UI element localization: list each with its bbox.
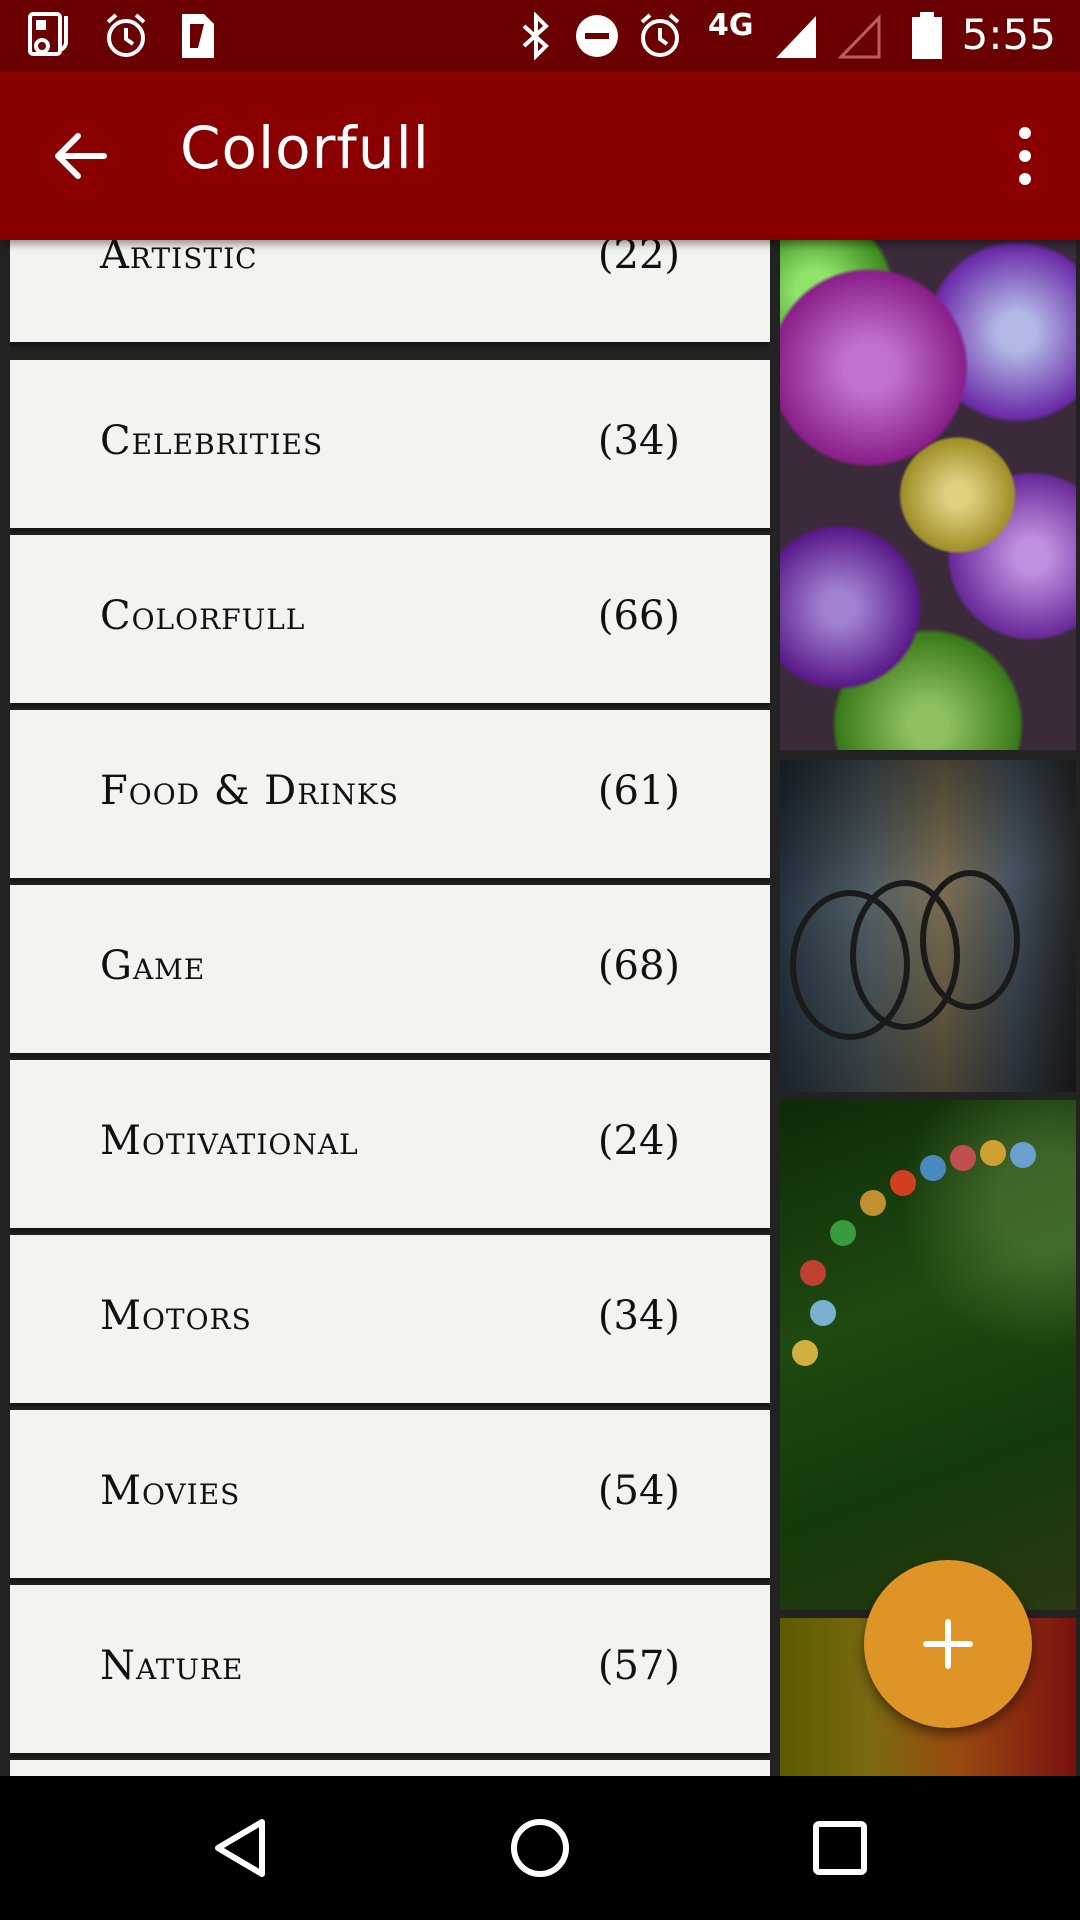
category-name: Motors bbox=[100, 1293, 252, 1339]
category-name: Artistic bbox=[100, 240, 258, 278]
page-title: Colorfull bbox=[180, 114, 430, 182]
wallpaper-thumbnail-leaf[interactable] bbox=[780, 1100, 1076, 1610]
alarm-icon bbox=[106, 13, 146, 57]
arrow-back-icon[interactable] bbox=[40, 116, 120, 196]
storage-icon bbox=[28, 12, 68, 56]
alarm-icon bbox=[640, 13, 680, 57]
category-count: (24) bbox=[597, 1118, 680, 1164]
back-triangle-icon[interactable] bbox=[200, 1808, 280, 1888]
bluetooth-icon bbox=[522, 12, 549, 60]
category-count: (54) bbox=[597, 1468, 680, 1514]
home-circle-icon[interactable] bbox=[500, 1808, 580, 1888]
category-list: Artistic (22) Celebrities (34) Colorfull… bbox=[10, 240, 770, 1776]
category-name: Game bbox=[100, 943, 206, 989]
category-count: (34) bbox=[597, 1293, 680, 1339]
do-not-disturb-icon bbox=[576, 15, 618, 57]
category-name: Food & Drinks bbox=[100, 768, 399, 814]
status-time: 5:55 bbox=[961, 10, 1056, 59]
category-item[interactable]: Food & Drinks (61) bbox=[10, 710, 770, 878]
battery-icon bbox=[912, 12, 942, 59]
category-item[interactable]: Movies (54) bbox=[10, 1410, 770, 1578]
category-count: (61) bbox=[597, 768, 680, 814]
signal-empty-icon bbox=[838, 14, 881, 59]
category-name: Motivational bbox=[100, 1118, 359, 1164]
category-count: (57) bbox=[597, 1643, 680, 1689]
category-name: Movies bbox=[100, 1468, 241, 1514]
status-bar: 4G 5:55 bbox=[0, 0, 1080, 72]
category-count: (68) bbox=[597, 943, 680, 989]
category-item-partial[interactable] bbox=[10, 1760, 770, 1776]
category-count: (22) bbox=[597, 240, 680, 278]
more-vert-icon[interactable] bbox=[990, 116, 1060, 196]
category-item[interactable]: Artistic (22) bbox=[10, 240, 770, 342]
category-count: (34) bbox=[597, 418, 680, 464]
recents-square-icon[interactable] bbox=[800, 1808, 880, 1888]
signal-icon bbox=[776, 16, 816, 58]
category-item[interactable]: Nature (57) bbox=[10, 1585, 770, 1753]
category-item[interactable]: Celebrities (34) bbox=[10, 360, 770, 528]
category-item[interactable]: Motivational (24) bbox=[10, 1060, 770, 1228]
system-nav-bar bbox=[0, 1776, 1080, 1920]
app-bar: Colorfull bbox=[0, 72, 1080, 240]
plus-icon bbox=[923, 1619, 973, 1669]
sim-icon bbox=[182, 14, 214, 58]
category-item[interactable]: Motors (34) bbox=[10, 1235, 770, 1403]
category-name: Celebrities bbox=[100, 418, 324, 464]
category-name: Nature bbox=[100, 1643, 244, 1689]
network-type: 4G bbox=[708, 8, 754, 43]
category-item[interactable]: Colorfull (66) bbox=[10, 535, 770, 703]
wallpaper-thumbnail-balls[interactable] bbox=[780, 240, 1076, 750]
wallpaper-thumbnail-bicycles[interactable] bbox=[780, 760, 1076, 1092]
category-count: (66) bbox=[597, 593, 680, 639]
add-fab-button[interactable] bbox=[864, 1560, 1032, 1728]
category-name: Colorfull bbox=[100, 593, 306, 639]
category-item[interactable]: Game (68) bbox=[10, 885, 770, 1053]
